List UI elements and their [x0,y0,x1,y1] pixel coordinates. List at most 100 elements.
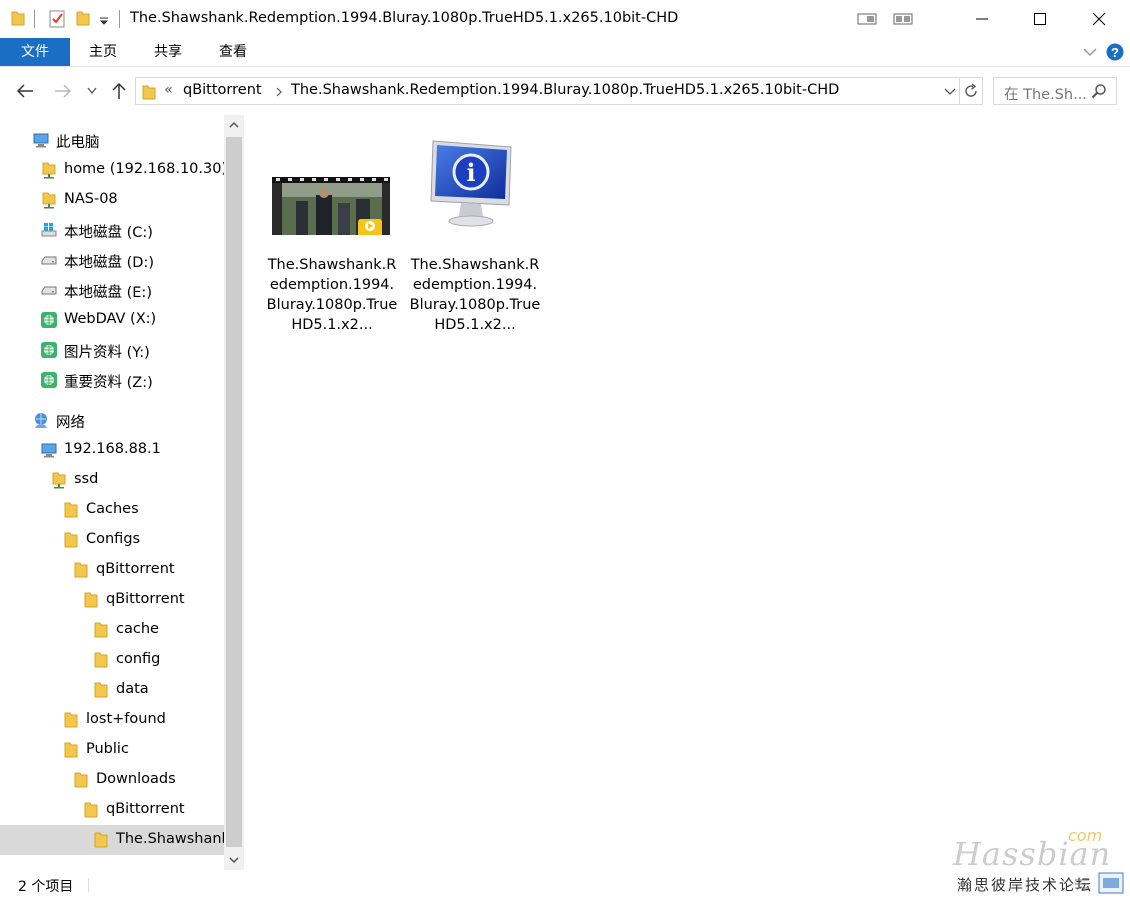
close-button[interactable] [1070,0,1128,38]
network-folder-icon [40,191,58,209]
folder-icon [72,771,90,789]
maximize-button[interactable] [1011,0,1069,38]
tree-item[interactable]: Configs [0,525,224,555]
tree-item[interactable]: The.Shawshank [0,825,224,855]
chevron-up-icon [229,121,239,128]
file-list: Player The.Shawshank.Redemption.1994.Blu… [244,115,1130,870]
address-bar[interactable]: « qBittorrent The.Shawshank.Redemption.1… [135,77,960,105]
tab-share[interactable]: 共享 [145,38,191,66]
video-thumbnail: Player [272,177,390,235]
separator [34,10,35,28]
forward-button[interactable] [52,81,74,101]
tree-item[interactable]: lost+found [0,705,224,735]
tree-item[interactable]: 此电脑 [0,125,224,155]
arrow-up-icon [112,82,126,99]
tree-item[interactable]: qBittorrent [0,555,224,585]
web-drive-icon [40,311,58,329]
refresh-button[interactable] [959,77,983,105]
tree-item-label: 图片资料 (Y:) [64,345,150,361]
tree-item[interactable]: 本地磁盘 (E:) [0,275,224,305]
tree-item[interactable]: 图片资料 (Y:) [0,335,224,365]
search-icon[interactable] [1091,83,1107,99]
scroll-down-button[interactable] [224,850,244,870]
tree-item-label: WebDAV (X:) [64,311,157,327]
back-button[interactable] [14,81,36,101]
large-icons-view-icon[interactable] [1098,872,1124,894]
refresh-icon [964,83,977,97]
tree-item-label: 本地磁盘 (D:) [64,255,154,271]
properties-icon[interactable] [48,9,66,29]
new-folder-icon[interactable] [75,9,91,27]
tree-item[interactable]: 本地磁盘 (C:) [0,215,224,245]
up-button[interactable] [108,81,130,101]
file-name[interactable]: The.Shawshank.Redemption.1994.Bluray.108… [409,255,541,335]
chevron-right-icon[interactable] [275,87,283,97]
folder-icon [11,11,25,26]
breadcrumb-overflow[interactable]: « [164,82,173,98]
tab-file[interactable]: 文件 [0,38,70,66]
tree-item-label: Downloads [96,771,176,787]
recent-locations-button[interactable] [84,81,100,101]
title-bar: The.Shawshank.Redemption.1994.Bluray.108… [0,0,1130,38]
search-placeholder[interactable]: 在 The.Sh... [1004,83,1087,104]
minimize-button[interactable] [953,0,1011,38]
tree-item[interactable]: Public [0,735,224,765]
folder-icon [62,531,80,549]
separator [119,10,120,28]
tree-item[interactable]: qBittorrent [0,795,224,825]
tab-view[interactable]: 查看 [210,38,256,66]
tree-item[interactable]: NAS-08 [0,185,224,215]
address-dropdown-icon[interactable] [944,88,956,96]
preview-pane-icon[interactable] [857,12,877,26]
tree-item[interactable]: 网络 [0,405,224,435]
tree-item[interactable]: ssd [0,465,224,495]
computer-icon [32,131,50,149]
tree-item[interactable]: config [0,645,224,675]
minimize-icon [976,18,988,20]
folder-icon [142,85,156,100]
drive-icon [40,251,58,269]
customize-quick-access-icon[interactable] [98,9,110,27]
tree-item-label: qBittorrent [106,801,185,817]
tab-home[interactable]: 主页 [80,38,126,66]
tree-item-label: cache [116,621,159,637]
svg-text:?: ? [1111,45,1119,60]
tree-item-label: 网络 [56,415,85,431]
scroll-thumb[interactable] [226,137,242,847]
help-icon[interactable]: ? [1106,43,1124,61]
tree-item[interactable]: qBittorrent [0,585,224,615]
folder-icon [92,831,110,849]
folder-icon [72,561,90,579]
drive-icon [40,281,58,299]
scroll-up-button[interactable] [224,115,244,135]
details-view-icon[interactable] [1073,876,1091,892]
expand-ribbon-icon[interactable] [1083,46,1097,58]
tree-item-label: ssd [74,471,99,487]
maximize-icon [1034,13,1046,25]
folder-icon [82,801,100,819]
tree-item[interactable]: 重要资料 (Z:) [0,365,224,395]
tree-item[interactable]: 192.168.88.1 [0,435,224,465]
tree-item-label: Caches [86,501,139,517]
tree-item-label: 重要资料 (Z:) [64,375,153,391]
nav-scrollbar[interactable] [224,115,244,870]
nfo-info-icon: i [430,140,512,227]
tree-item[interactable]: Caches [0,495,224,525]
details-pane-icon[interactable] [893,12,913,26]
file-name[interactable]: The.Shawshank.Redemption.1994.Bluray.108… [266,255,398,335]
tree-item-label: qBittorrent [106,591,185,607]
tree-item[interactable]: cache [0,615,224,645]
tree-item-label: 192.168.88.1 [64,441,161,457]
breadcrumb-qbittorrent[interactable]: qBittorrent [183,82,262,98]
tree-item-label: qBittorrent [96,561,175,577]
tree-item[interactable]: data [0,675,224,705]
tree-item[interactable]: WebDAV (X:) [0,305,224,335]
breadcrumb-current-folder[interactable]: The.Shawshank.Redemption.1994.Bluray.108… [291,82,839,98]
tree-item[interactable]: home (192.168.10.30) [0,155,227,185]
tree-item[interactable]: Downloads [0,765,224,795]
close-icon [1092,12,1106,26]
folder-icon [62,741,80,759]
search-box[interactable]: 在 The.Sh... [993,77,1117,105]
tree-item[interactable]: 本地磁盘 (D:) [0,245,224,275]
watermark-suffix: com [1068,826,1103,845]
